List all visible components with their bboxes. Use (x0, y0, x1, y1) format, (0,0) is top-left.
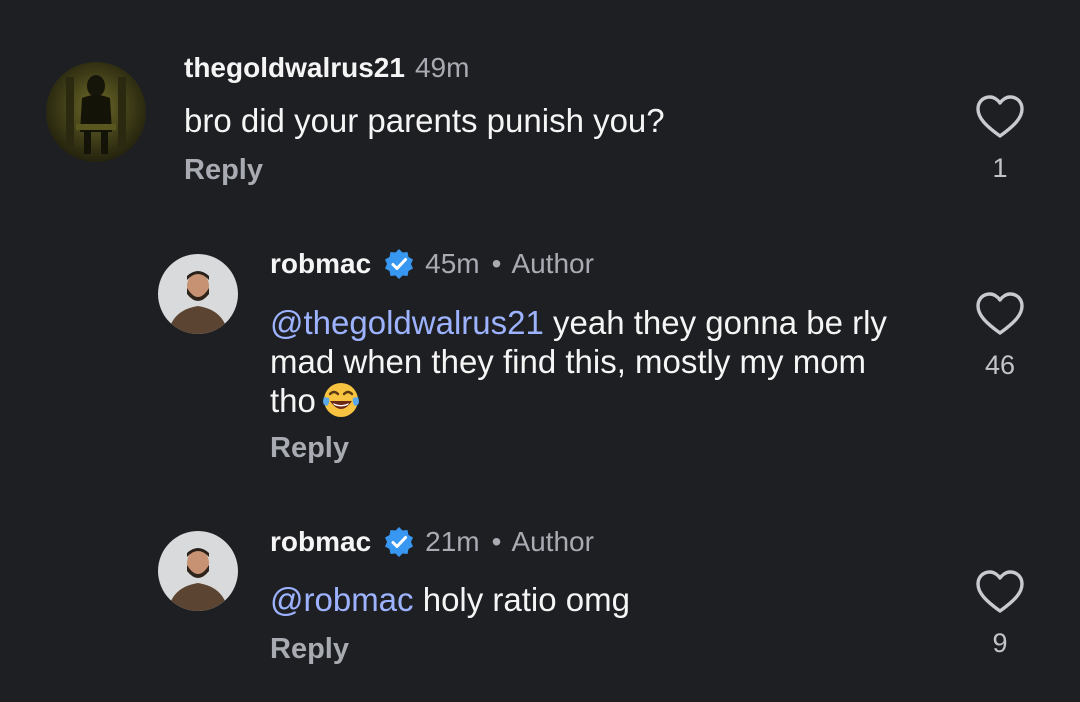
reply-button[interactable]: Reply (270, 633, 349, 666)
comment-body: holy ratio omg (422, 581, 630, 618)
heart-outline-icon (976, 570, 1024, 613)
avatar[interactable] (158, 531, 238, 611)
separator-dot: • (491, 526, 502, 557)
like-count: 9 (992, 628, 1008, 658)
username[interactable]: robmac (270, 526, 371, 558)
comment-item: robmac 21m • Author @robmac holy ratio o… (0, 0, 1080, 702)
comment-header: robmac 21m • Author (270, 526, 594, 558)
bearded-man-avatar-icon (158, 531, 238, 611)
author-label: Author (511, 526, 594, 557)
like-button[interactable] (974, 569, 1026, 620)
verified-badge-icon (383, 526, 415, 558)
comment-text: @robmac holy ratio omg (270, 580, 910, 619)
mention-link[interactable]: @robmac (270, 581, 414, 618)
timestamp: 21m (425, 526, 480, 557)
